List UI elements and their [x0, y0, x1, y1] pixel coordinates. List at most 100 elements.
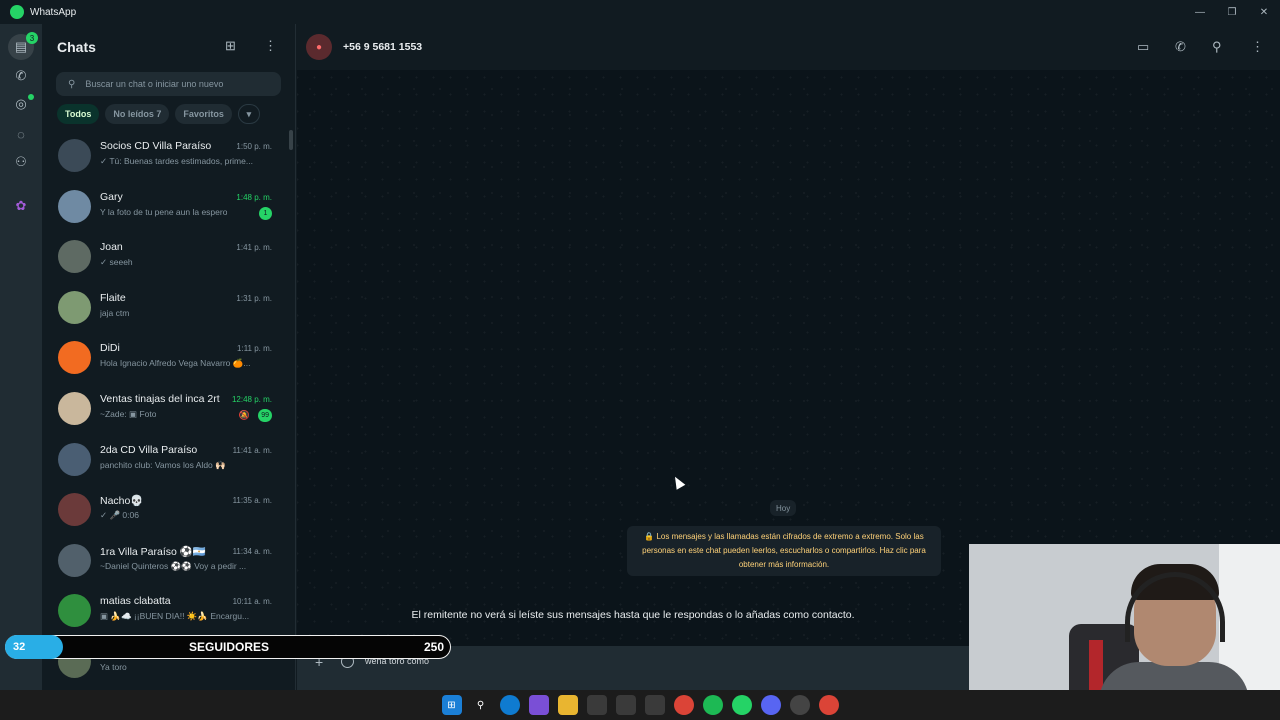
chats-unread-badge: 3: [26, 32, 38, 44]
date-divider: Hoy: [770, 500, 797, 516]
filter-chips: Todos No leídos 7 Favoritos ▾: [57, 104, 295, 124]
whatsapp-logo-icon: [10, 5, 24, 19]
filter-unread[interactable]: No leídos 7: [105, 104, 170, 124]
chat-row[interactable]: 1ra Villa Paraíso ⚽🇦🇷 11:34 a. m. ~Daniel …: [42, 535, 295, 586]
chat-name: 2da CD Villa Paraíso: [100, 443, 198, 456]
conversation-header: ● +56 9 5681 1553 ▭ ✆ ⚲ ⋮: [297, 24, 1280, 70]
chat-row[interactable]: Nacho💀 11:35 a. m. ✓ 🎤 0:06: [42, 484, 295, 535]
search-in-chat-icon[interactable]: ⚲: [1212, 39, 1222, 55]
unknown-contact-notice: El remitente no verá si leíste sus mensa…: [411, 609, 855, 621]
chat-row[interactable]: Ventas tinajas del inca 2rt 12:48 p. m. ~Z…: [42, 383, 295, 434]
chat-name: 1ra Villa Paraíso ⚽🇦🇷: [100, 545, 206, 558]
status-dot: [28, 94, 34, 100]
search-input[interactable]: [85, 79, 266, 89]
unread-badge: 99: [258, 408, 272, 422]
follower-goal: 250: [423, 640, 444, 654]
chat-preview: ✓ 🎤 0:06: [100, 510, 139, 521]
chat-preview: ▣ 🍌☁️ ¡¡BUEN DIA!! ☀️🍌 Encargu...: [100, 611, 250, 622]
calculator-icon[interactable]: [615, 695, 636, 715]
whatsapp-taskbar-icon[interactable]: [731, 695, 752, 715]
chat-name: Flaite: [100, 291, 126, 304]
chat-avatar: [58, 290, 91, 324]
chat-preview: ✓ Tú: Buenas tardes estimados, prime...: [100, 156, 253, 166]
filter-all[interactable]: Todos: [57, 104, 100, 124]
calls-nav-icon[interactable]: ✆: [11, 66, 31, 86]
chat-avatar: [58, 139, 91, 172]
obs-icon[interactable]: [789, 695, 810, 715]
nav-rail: ▤ 3 ✆ ◎ ◌ ⚇ ✿: [0, 24, 42, 690]
new-chat-icon[interactable]: ⊞: [225, 38, 236, 54]
filter-dropdown-icon[interactable]: ▾: [237, 104, 260, 124]
edge-icon[interactable]: [499, 695, 520, 715]
chat-preview: ~Zade: ▣ Foto: [100, 408, 157, 419]
taskbar-search-icon[interactable]: ⚲: [471, 695, 491, 715]
chrome-icon[interactable]: [673, 695, 694, 715]
copilot-icon[interactable]: [528, 695, 549, 715]
window-title: WhatsApp: [30, 6, 77, 18]
chat-time: 1:31 p. m.: [236, 293, 272, 303]
minimize-button[interactable]: —: [1184, 0, 1216, 24]
chat-preview: ✓ seeeh: [100, 257, 133, 268]
chat-avatar: [58, 442, 91, 476]
menu-icon[interactable]: ⋮: [264, 38, 277, 54]
chat-name: Gary: [100, 190, 123, 203]
follower-label: SEGUIDORES: [188, 640, 269, 654]
start-icon[interactable]: ⊞: [441, 695, 462, 715]
chat-row[interactable]: Joan 1:41 p. m. ✓ seeeh: [42, 231, 295, 282]
chat-row[interactable]: Socios CD Villa Paraíso 1:50 p. m. ✓ Tú: B…: [42, 130, 295, 181]
muted-icon: 🔕: [238, 409, 250, 420]
chat-avatar: [58, 391, 91, 425]
taskbar: ⊞ ⚲: [0, 690, 1280, 720]
chat-row[interactable]: matias clabatta 10:11 a. m. ▣ 🍌☁️ ¡¡BUEN D…: [42, 585, 295, 636]
meta-ai-icon[interactable]: ✿: [11, 196, 31, 216]
search-icon: ⚲: [68, 78, 76, 90]
chat-name: Socios CD Villa Paraíso: [100, 140, 212, 152]
chat-name: Nacho💀: [100, 495, 144, 508]
chat-avatar: [58, 189, 91, 223]
voice-call-icon[interactable]: ✆: [1175, 39, 1186, 55]
chat-time: 1:11 p. m.: [237, 344, 272, 354]
chrome-profile-icon[interactable]: [818, 695, 839, 715]
chat-list: Socios CD Villa Paraíso 1:50 p. m. ✓ Tú: B…: [42, 130, 295, 687]
chat-preview: jaja ctm: [100, 307, 130, 318]
chat-avatar: [58, 594, 91, 628]
encryption-notice[interactable]: 🔒 Los mensajes y las llamadas están cifr…: [627, 526, 941, 576]
follower-goal-bar: 32 SEGUIDORES 250: [5, 635, 451, 659]
channels-nav-icon[interactable]: ◌: [11, 124, 31, 144]
chat-name: Joan: [100, 241, 123, 254]
close-button[interactable]: ✕: [1248, 0, 1280, 24]
chat-preview: Y la foto de tu pene aun la espero: [100, 206, 228, 217]
search-bar[interactable]: ⚲: [56, 72, 281, 96]
chat-preview: Ya toro: [100, 661, 127, 672]
chat-time: 1:48 p. m.: [236, 192, 272, 202]
chat-row[interactable]: 2da CD Villa Paraíso 11:41 a. m. panchito …: [42, 434, 295, 485]
chat-name: Ventas tinajas del inca 2rt: [100, 392, 220, 405]
chat-menu-icon[interactable]: ⋮: [1251, 39, 1264, 55]
chat-preview: ~Daniel Quinteros ⚽⚽ Voy a pedir ...: [100, 560, 247, 571]
chat-avatar: [58, 493, 91, 527]
chat-name: matias clabatta: [100, 595, 171, 608]
spotify-icon[interactable]: [702, 695, 723, 715]
chat-time: 11:34 a. m.: [232, 546, 272, 556]
chat-row[interactable]: Flaite 1:31 p. m. jaja ctm: [42, 282, 295, 333]
filter-favorites[interactable]: Favoritos: [175, 104, 232, 124]
chat-row[interactable]: Gary 1:48 p. m. Y la foto de tu pene aun l…: [42, 181, 295, 232]
title-bar: WhatsApp — ❐ ✕: [0, 0, 1280, 24]
chat-row[interactable]: DiDi 1:11 p. m. Hola Ignacio Alfredo Vega …: [42, 332, 295, 383]
file-explorer-icon[interactable]: [557, 695, 578, 715]
chat-time: 1:50 p. m.: [236, 142, 272, 151]
contact-avatar[interactable]: ●: [306, 34, 332, 60]
contact-name[interactable]: +56 9 5681 1553: [343, 41, 422, 53]
chat-time: 11:35 a. m.: [232, 496, 272, 506]
store-icon[interactable]: [586, 695, 607, 715]
maximize-button[interactable]: ❐: [1216, 0, 1248, 24]
chat-name: DiDi: [100, 342, 120, 355]
communities-nav-icon[interactable]: ⚇: [11, 152, 31, 172]
chat-list-scrollbar[interactable]: [289, 130, 293, 150]
discord-icon[interactable]: [760, 695, 781, 715]
snipping-icon[interactable]: [644, 695, 665, 715]
chat-time: 1:41 p. m.: [236, 243, 272, 253]
chat-preview: panchito club: Vamos los Aldo 🙌🏻: [100, 459, 226, 470]
video-call-icon[interactable]: ▭: [1137, 39, 1149, 55]
chat-preview: Hola Ignacio Alfredo Vega Navarro 🍊...: [100, 358, 251, 369]
